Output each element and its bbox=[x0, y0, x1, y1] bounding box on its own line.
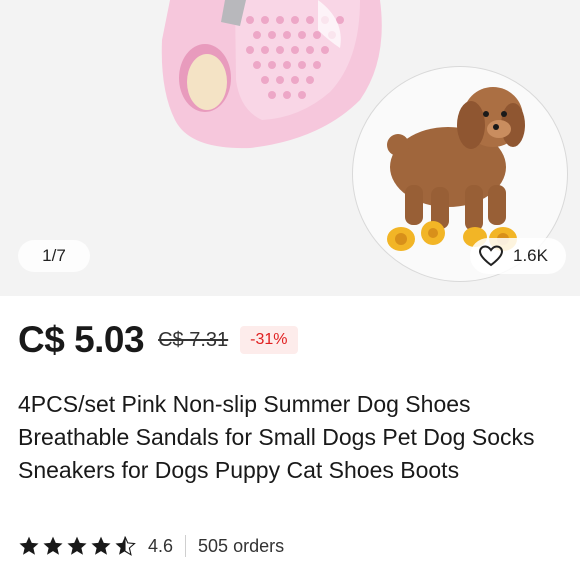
wishlist-count: 1.6K bbox=[513, 246, 548, 265]
star-icon bbox=[115, 536, 136, 556]
star-icon bbox=[67, 536, 87, 555]
product-image-gallery[interactable]: 1/7 1.6K bbox=[0, 0, 580, 296]
orders-count: 505 orders bbox=[198, 535, 285, 556]
star-icon bbox=[43, 536, 63, 555]
image-counter: 1/7 bbox=[18, 240, 90, 272]
wishlist-button[interactable]: 1.6K bbox=[470, 238, 566, 274]
product-title: 4PCS/set Pink Non-slip Summer Dog Shoes … bbox=[18, 391, 535, 483]
star-rating bbox=[18, 535, 138, 557]
rating-row[interactable]: 4.6 505 orders bbox=[18, 531, 284, 561]
divider bbox=[185, 535, 187, 557]
price-row: C$ 5.03 C$ 7.31 -31% bbox=[18, 316, 298, 364]
discount-badge: -31% bbox=[240, 326, 298, 354]
star-icon bbox=[91, 536, 111, 555]
heart-icon bbox=[478, 243, 504, 269]
current-price: C$ 5.03 bbox=[18, 319, 145, 360]
pink-dog-shoe-image bbox=[161, 0, 382, 149]
original-price: C$ 7.31 bbox=[158, 328, 229, 351]
star-icon bbox=[19, 536, 39, 555]
rating-value: 4.6 bbox=[148, 535, 174, 556]
